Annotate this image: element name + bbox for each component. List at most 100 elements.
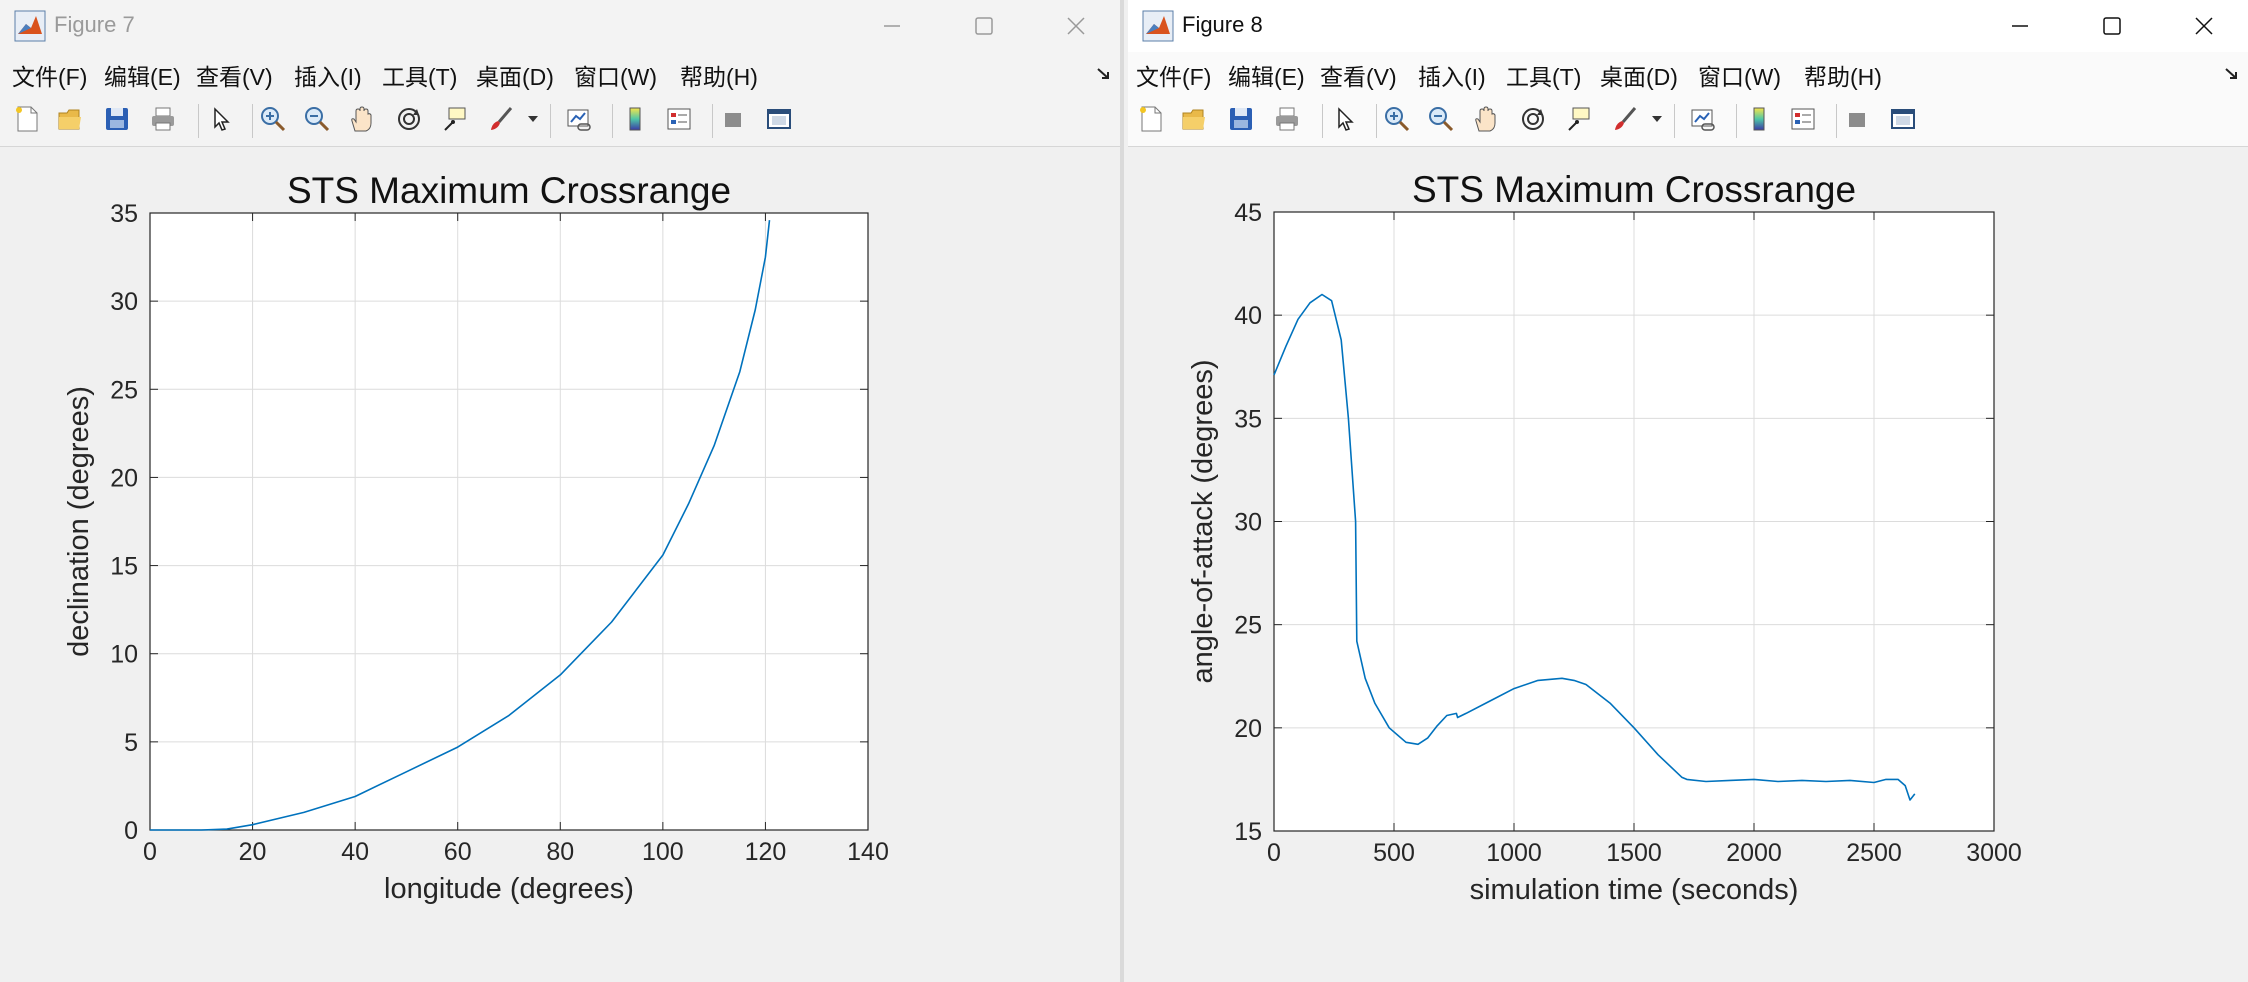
- hide-tools-icon: [1849, 113, 1865, 127]
- colorbar-icon: [1753, 107, 1765, 131]
- zoom-in-button[interactable]: [1380, 102, 1414, 136]
- rotate-3d-button[interactable]: [392, 102, 426, 136]
- matlab-icon: [1142, 10, 1174, 42]
- menu-help[interactable]: 帮助(H): [1804, 58, 1882, 92]
- hide-plot-tools-button[interactable]: [716, 102, 750, 136]
- x-tick-label: 0: [143, 838, 157, 866]
- x-tick-label: 60: [444, 838, 472, 866]
- legend-button[interactable]: [1786, 102, 1820, 136]
- x-tick-label: 1000: [1486, 839, 1542, 867]
- legend-icon: [667, 108, 691, 130]
- menu-tools[interactable]: 工具(T): [382, 58, 457, 92]
- rotate-icon: [398, 108, 420, 130]
- menu-window[interactable]: 窗口(W): [574, 58, 657, 92]
- new-figure-button[interactable]: [1134, 102, 1168, 136]
- y-tick-label: 5: [124, 729, 138, 757]
- open-file-button[interactable]: [54, 102, 88, 136]
- title-bar[interactable]: Figure 8: [1128, 0, 2248, 52]
- title-bar[interactable]: Figure 7: [0, 0, 1120, 52]
- x-tick-label: 3000: [1966, 839, 2022, 867]
- data-cursor-button[interactable]: [438, 102, 472, 136]
- chevron-down-icon: [1652, 116, 1662, 122]
- x-tick-label: 2000: [1726, 839, 1782, 867]
- brush-button[interactable]: [1608, 102, 1642, 136]
- folder-icon: [58, 109, 81, 130]
- new-figure-button[interactable]: [10, 102, 44, 136]
- show-tools-icon: [1891, 109, 1915, 129]
- menu-edit[interactable]: 编辑(E): [104, 58, 181, 92]
- menu-view[interactable]: 查看(V): [196, 58, 273, 92]
- brush-button[interactable]: [484, 102, 518, 136]
- close-button[interactable]: [1044, 2, 1108, 50]
- x-tick-label: 0: [1267, 839, 1281, 867]
- minimize-icon: [884, 25, 900, 27]
- menu-insert[interactable]: 插入(I): [294, 58, 362, 92]
- window-title: Figure 7: [54, 12, 135, 37]
- show-plot-tools-button[interactable]: [762, 102, 796, 136]
- legend-icon: [1791, 108, 1815, 130]
- menu-desktop[interactable]: 桌面(D): [476, 58, 554, 92]
- link-plot-button[interactable]: [1686, 102, 1720, 136]
- data-cursor-button[interactable]: [1562, 102, 1596, 136]
- menu-edit[interactable]: 编辑(E): [1228, 58, 1305, 92]
- x-tick-label: 120: [745, 838, 787, 866]
- colorbar-button[interactable]: [1742, 102, 1776, 136]
- minimize-button[interactable]: [1988, 2, 2052, 50]
- close-icon: [1067, 17, 1085, 35]
- minimize-button[interactable]: [860, 2, 924, 50]
- link-plot-button[interactable]: [562, 102, 596, 136]
- menu-help[interactable]: 帮助(H): [680, 58, 758, 92]
- dock-arrow-icon[interactable]: [1096, 66, 1112, 82]
- x-tick-label: 1500: [1606, 839, 1662, 867]
- pointer-icon: [1338, 107, 1354, 131]
- zoom-out-button[interactable]: [300, 102, 334, 136]
- legend-button[interactable]: [662, 102, 696, 136]
- menu-file[interactable]: 文件(F): [12, 58, 87, 92]
- printer-icon: [152, 107, 174, 131]
- y-tick-label: 0: [124, 817, 138, 845]
- print-button[interactable]: [146, 102, 180, 136]
- zoom-out-button[interactable]: [1424, 102, 1458, 136]
- select-button[interactable]: [204, 102, 238, 136]
- menu-window[interactable]: 窗口(W): [1698, 58, 1781, 92]
- menu-desktop[interactable]: 桌面(D): [1600, 58, 1678, 92]
- menu-tools[interactable]: 工具(T): [1506, 58, 1581, 92]
- y-tick-label: 30: [1234, 509, 1262, 537]
- hide-tools-icon: [725, 113, 741, 127]
- pan-button[interactable]: [1468, 102, 1502, 136]
- y-tick-label: 20: [1234, 715, 1262, 743]
- colorbar-button[interactable]: [618, 102, 652, 136]
- printer-icon: [1276, 107, 1298, 131]
- dock-arrow-icon[interactable]: [2224, 66, 2240, 82]
- menu-view[interactable]: 查看(V): [1320, 58, 1397, 92]
- x-tick-label: 100: [642, 838, 684, 866]
- y-tick-label: 25: [1234, 612, 1262, 640]
- chart-figure-8: 0 500 1000 1500 2000 2500 3000 15 20 25 30 35 40 45 ST…: [1187, 169, 2022, 906]
- zoom-in-button[interactable]: [256, 102, 290, 136]
- open-file-button[interactable]: [1178, 102, 1212, 136]
- y-tick-label: 15: [1234, 818, 1262, 846]
- y-tick-label: 35: [110, 200, 138, 228]
- x-tick-label: 40: [341, 838, 369, 866]
- save-button[interactable]: [100, 102, 134, 136]
- plot-area: [150, 213, 868, 830]
- select-button[interactable]: [1328, 102, 1362, 136]
- y-tick-label: 10: [110, 641, 138, 669]
- hand-icon: [351, 106, 372, 132]
- close-button[interactable]: [2172, 2, 2236, 50]
- show-plot-tools-button[interactable]: [1886, 102, 1920, 136]
- pan-button[interactable]: [344, 102, 378, 136]
- chart-title: STS Maximum Crossrange: [287, 170, 731, 211]
- menu-file[interactable]: 文件(F): [1136, 58, 1211, 92]
- save-button[interactable]: [1224, 102, 1258, 136]
- brush-dropdown[interactable]: [524, 102, 542, 136]
- maximize-button[interactable]: [2080, 2, 2144, 50]
- figure-window-8: Figure 8 文件(F) 编辑(E) 查看(V) 插入(I) 工具(T) 桌…: [1128, 0, 2248, 982]
- rotate-3d-button[interactable]: [1516, 102, 1550, 136]
- brush-dropdown[interactable]: [1648, 102, 1666, 136]
- x-axis-label: longitude (degrees): [384, 873, 634, 905]
- print-button[interactable]: [1270, 102, 1304, 136]
- hide-plot-tools-button[interactable]: [1840, 102, 1874, 136]
- maximize-button[interactable]: [952, 2, 1016, 50]
- menu-insert[interactable]: 插入(I): [1418, 58, 1486, 92]
